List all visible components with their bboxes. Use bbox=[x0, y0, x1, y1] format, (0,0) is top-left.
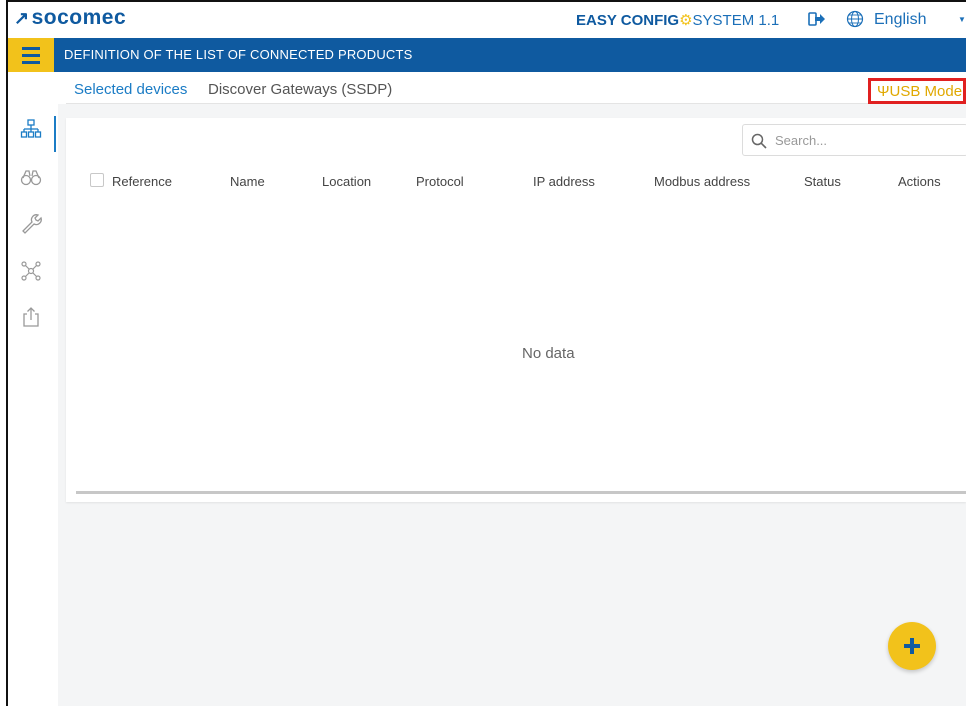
logo-text: socomec bbox=[31, 6, 127, 29]
top-header: ↗socomec EASY CONFIG⚙SYSTEM 1.1 English … bbox=[8, 2, 966, 38]
title-bar: DEFINITION OF THE LIST OF CONNECTED PROD… bbox=[8, 38, 966, 72]
column-header-status[interactable]: Status bbox=[804, 174, 841, 189]
search-icon bbox=[751, 133, 767, 149]
empty-table-message: No data bbox=[522, 345, 575, 362]
product-name: EASY CONFIG⚙SYSTEM 1.1 bbox=[576, 11, 779, 29]
column-header-actions[interactable]: Actions bbox=[898, 174, 941, 189]
menu-line bbox=[22, 53, 40, 57]
product-name-bold: EASY CONFIG bbox=[576, 12, 680, 29]
side-nav bbox=[8, 104, 56, 706]
plus-icon bbox=[904, 638, 920, 654]
product-name-rest: SYSTEM 1.1 bbox=[692, 12, 780, 29]
binoculars-icon[interactable] bbox=[20, 166, 42, 188]
devices-table-card: Search... Reference Name Location Protoc… bbox=[66, 118, 966, 502]
column-header-protocol[interactable]: Protocol bbox=[416, 174, 464, 189]
tab-discover-gateways[interactable]: Discover Gateways (SSDP) bbox=[208, 81, 392, 98]
gear-icon: ⚙ bbox=[679, 12, 693, 29]
search-input[interactable]: Search... bbox=[742, 124, 966, 156]
select-all-checkbox[interactable] bbox=[90, 173, 104, 187]
table-header: Reference Name Location Protocol IP addr… bbox=[90, 170, 966, 196]
menu-line bbox=[22, 46, 40, 50]
horizontal-scrollbar[interactable] bbox=[76, 491, 966, 494]
wrench-icon[interactable] bbox=[20, 212, 42, 234]
logo-mark-icon: ↗ bbox=[14, 8, 30, 28]
network-icon[interactable] bbox=[20, 118, 42, 140]
usb-icon: Ψ bbox=[877, 83, 890, 100]
topology-icon[interactable] bbox=[20, 260, 42, 282]
tab-bar: Selected devices Discover Gateways (SSDP… bbox=[66, 74, 966, 104]
usb-mode-button[interactable]: ΨUSB Mode bbox=[868, 78, 966, 104]
usb-mode-label: USB Mode bbox=[889, 83, 963, 100]
chevron-down-icon[interactable]: ▼ bbox=[958, 15, 966, 24]
active-indicator bbox=[54, 116, 56, 152]
language-select[interactable]: English bbox=[874, 11, 926, 29]
column-header-reference[interactable]: Reference bbox=[112, 174, 172, 189]
globe-icon[interactable] bbox=[846, 10, 864, 28]
menu-line bbox=[22, 60, 40, 64]
export-icon[interactable] bbox=[20, 306, 42, 328]
column-header-name[interactable]: Name bbox=[230, 174, 265, 189]
column-header-location[interactable]: Location bbox=[322, 174, 371, 189]
hamburger-menu-button[interactable] bbox=[8, 38, 54, 72]
page-title: DEFINITION OF THE LIST OF CONNECTED PROD… bbox=[64, 47, 413, 62]
column-header-ip-address[interactable]: IP address bbox=[533, 174, 595, 189]
column-header-modbus-address[interactable]: Modbus address bbox=[654, 174, 750, 189]
app-window: ↗socomec EASY CONFIG⚙SYSTEM 1.1 English … bbox=[6, 0, 966, 706]
add-device-button[interactable] bbox=[888, 622, 936, 670]
socomec-logo: ↗socomec bbox=[14, 6, 126, 30]
search-placeholder: Search... bbox=[775, 133, 828, 148]
tab-selected-devices[interactable]: Selected devices bbox=[74, 81, 187, 98]
logout-icon[interactable] bbox=[808, 12, 826, 26]
